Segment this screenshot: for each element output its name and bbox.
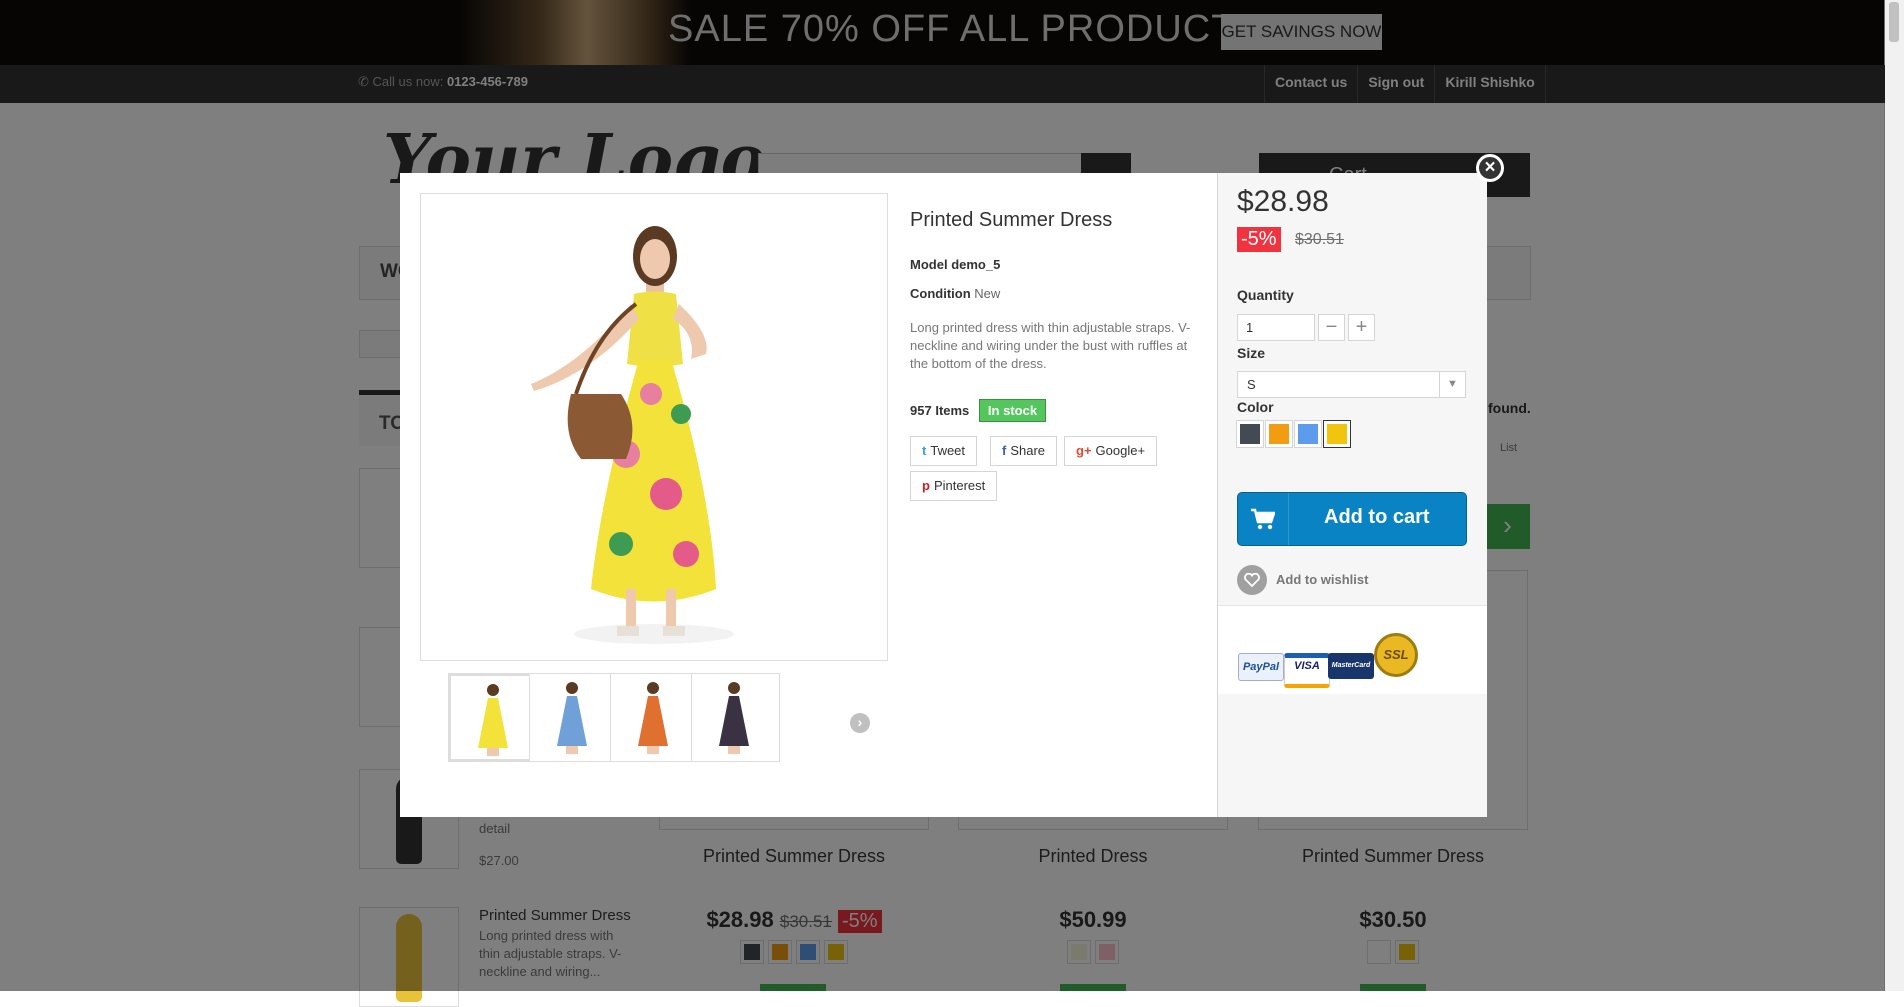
dress-thumbnail	[719, 682, 749, 754]
condition-label: Condition	[910, 286, 971, 301]
heart-icon[interactable]	[1237, 565, 1267, 595]
color-swatch-2[interactable]	[1265, 420, 1293, 448]
scrollbar-thumb[interactable]	[1889, 2, 1899, 42]
page-scrollbar[interactable]	[1884, 0, 1904, 991]
tweet-label: Tweet	[930, 443, 966, 458]
mastercard-logo: MasterCard	[1328, 653, 1374, 679]
close-icon[interactable]: ×	[1476, 154, 1504, 182]
stock-badge: In stock	[978, 399, 1047, 422]
facebook-icon: f	[1002, 443, 1007, 458]
model-row: Model demo_5	[910, 257, 1000, 272]
color-label: Color	[1237, 399, 1274, 415]
thumbnail-4[interactable]	[691, 673, 780, 762]
pinterest-label: Pinterest	[933, 478, 986, 493]
thumbnail-2[interactable]	[529, 673, 618, 762]
color-swatch-4[interactable]	[1323, 420, 1351, 448]
quantity-input[interactable]: 1	[1237, 314, 1315, 341]
payment-methods: PayPal VISA MasterCard SSL	[1218, 605, 1487, 694]
model-label: Model	[910, 257, 948, 272]
tweet-button[interactable]: t Tweet	[910, 436, 978, 466]
buy-box: $28.98 -5% $30.51 Quantity 1 − + Size S …	[1217, 173, 1487, 817]
dress-thumbnail	[557, 682, 587, 754]
pinterest-icon: p	[922, 478, 930, 493]
size-label: Size	[1237, 345, 1266, 361]
add-to-cart-label: Add to cart	[1324, 506, 1430, 528]
dress-thumbnail	[638, 682, 668, 754]
discount-badge: -5%	[1237, 227, 1281, 252]
chevron-right-icon[interactable]: ›	[850, 713, 870, 733]
size-select[interactable]: S ▼	[1237, 371, 1466, 398]
old-price: $30.51	[1295, 231, 1344, 248]
color-swatch-3[interactable]	[1294, 420, 1322, 448]
color-swatch-1[interactable]	[1236, 420, 1264, 448]
cart-icon	[1238, 493, 1289, 545]
quick-view-modal: › Printed Summer Dress Model demo_5 Cond…	[400, 173, 1487, 817]
paypal-logo: PayPal	[1238, 653, 1284, 681]
product-description: Long printed dress with thin adjustable …	[910, 320, 1191, 371]
product-main-image[interactable]	[420, 193, 888, 661]
quantity-available: 957	[910, 403, 932, 418]
visa-logo: VISA	[1284, 653, 1330, 688]
add-to-cart-button[interactable]: Add to cart	[1237, 492, 1467, 546]
quantity-increase-button[interactable]: +	[1348, 314, 1375, 341]
add-to-wishlist-link[interactable]: Add to wishlist	[1276, 572, 1368, 587]
product-price: $28.98	[1237, 185, 1329, 218]
thumbnail-1[interactable]	[448, 673, 537, 762]
google-plus-icon: g+	[1076, 443, 1092, 458]
condition-row: Condition New	[910, 286, 1000, 301]
model-value: demo_5	[951, 257, 1001, 272]
items-label: Items	[935, 403, 970, 418]
dress-model-image	[531, 226, 734, 644]
size-value: S	[1247, 377, 1256, 392]
share-button[interactable]: f Share	[990, 436, 1058, 466]
thumbnail-3[interactable]	[610, 673, 699, 762]
quantity-decrease-button[interactable]: −	[1318, 314, 1345, 341]
product-title: Printed Summer Dress	[910, 209, 1113, 231]
chevron-down-icon: ▼	[1439, 372, 1465, 397]
twitter-icon: t	[922, 443, 927, 458]
quantity-label: Quantity	[1237, 287, 1294, 303]
google-plus-button[interactable]: g+ Google+	[1064, 436, 1158, 466]
google-plus-label: Google+	[1095, 443, 1146, 458]
dress-thumbnail	[478, 684, 508, 756]
ssl-seal: SSL	[1374, 633, 1418, 677]
stock-row: 957 Items In stock	[910, 399, 1047, 422]
condition-value: New	[974, 286, 1001, 301]
share-label: Share	[1010, 443, 1046, 458]
pinterest-button[interactable]: p Pinterest	[910, 471, 998, 501]
